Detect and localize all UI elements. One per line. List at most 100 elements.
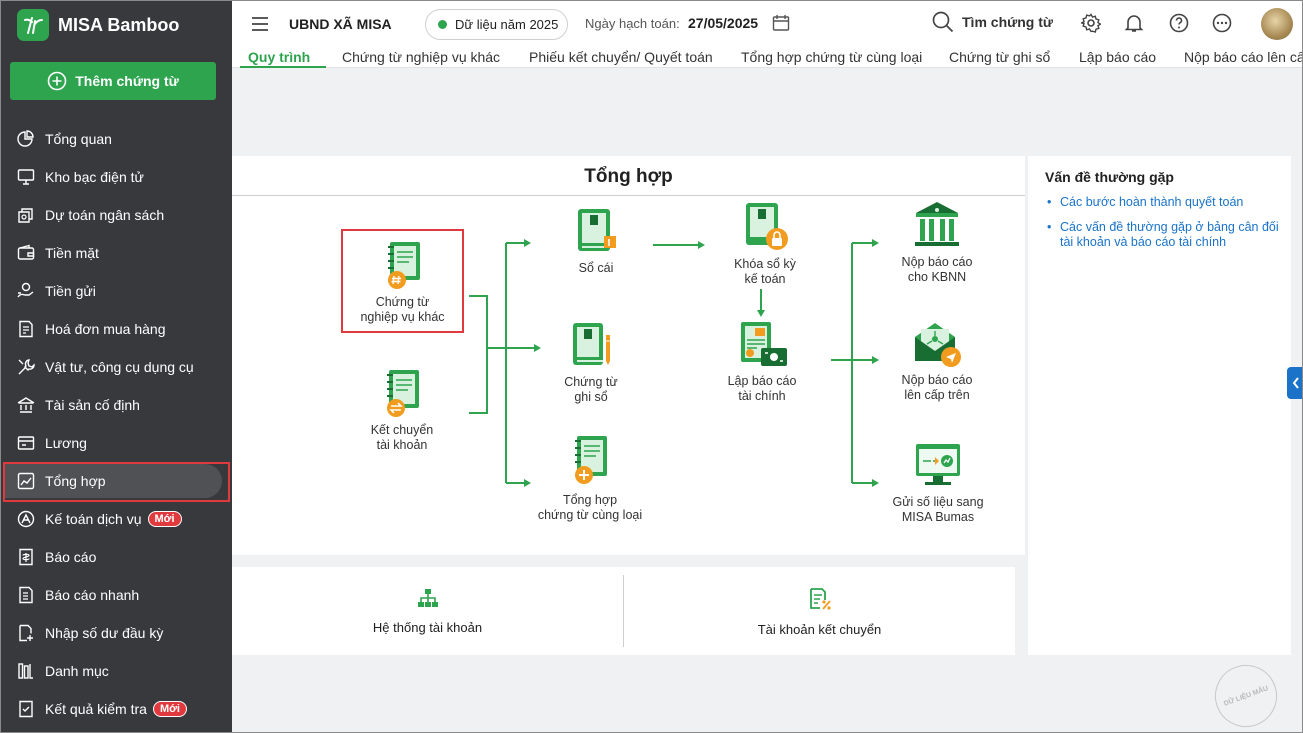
sidebar-item-purchase-invoice[interactable]: Hoá đơn mua hàng: [1, 310, 232, 348]
faq-panel: Vấn đề thường gặp Các bước hoàn thành qu…: [1028, 156, 1291, 655]
sidebar-item-fixed-assets[interactable]: Tài sản cố định: [1, 386, 232, 424]
active-highlight-box: [3, 462, 230, 502]
more-options-icon[interactable]: [1212, 13, 1232, 33]
app-logo[interactable]: MISA Bamboo: [17, 9, 179, 41]
sidebar: MISA Bamboo Thêm chứng từ Tổng quan Kho …: [1, 1, 232, 732]
help-question-icon[interactable]: [1169, 13, 1189, 33]
user-avatar[interactable]: [1261, 8, 1293, 40]
sidebar-item-check-result[interactable]: Kết quả kiểm tra Mới: [1, 690, 232, 728]
sidebar-item-budget[interactable]: Dự toán ngân sách: [1, 196, 232, 234]
transfer-accounts-shortcut[interactable]: Tài khoản kết chuyển: [624, 587, 1015, 637]
sidebar-item-summary[interactable]: Tổng hợp: [1, 462, 232, 502]
building-icon: [17, 396, 35, 414]
organization-name[interactable]: UBND XÃ MISA: [289, 16, 392, 32]
node-recording-vouchers[interactable]: Chứng từ ghi sổ: [545, 321, 637, 405]
hamburger-menu-icon[interactable]: [251, 16, 269, 32]
node-label-line2: chứng từ cùng loại: [537, 508, 643, 522]
catalog-icon: [17, 662, 35, 680]
plus-circle-icon: [47, 71, 67, 91]
status-dot-icon: [438, 20, 447, 29]
search-label: Tìm chứng từ: [962, 14, 1054, 30]
tab-other-vouchers[interactable]: Chứng từ nghiệp vụ khác: [342, 49, 500, 65]
sidebar-item-label: Báo cáo: [45, 549, 97, 565]
report-icon: [17, 548, 35, 566]
node-submit-upper-level[interactable]: Nộp báo cáo lên cấp trên: [892, 319, 982, 403]
sidebar-item-label: Nhập số dư đầu kỳ: [45, 625, 164, 641]
sidebar-item-e-treasury[interactable]: Kho bạc điện tử: [1, 158, 232, 196]
notebook-plus-icon: [575, 436, 607, 484]
collapse-panel-button[interactable]: [1287, 367, 1302, 399]
sidebar-item-overview[interactable]: Tổng quan: [1, 120, 232, 158]
add-voucher-button[interactable]: Thêm chứng từ: [10, 62, 216, 100]
sidebar-item-materials[interactable]: Vật tư, công cụ dụng cụ: [1, 348, 232, 386]
tools-icon: [17, 358, 35, 376]
sidebar-item-salary[interactable]: Lương: [1, 424, 232, 462]
settings-gear-icon[interactable]: [1081, 13, 1101, 33]
ledger-book-icon: [578, 209, 616, 251]
quick-report-icon: [17, 586, 35, 604]
sidebar-item-label: Lương: [45, 435, 87, 451]
monitor-icon: [17, 168, 35, 186]
tab-transfer-settlement[interactable]: Phiếu kết chuyển/ Quyết toán: [529, 49, 713, 65]
chart-of-accounts-shortcut[interactable]: Hệ thống tài khoản: [232, 587, 623, 635]
sidebar-item-label: Kết quả kiểm tra: [45, 701, 147, 717]
node-label-line2: ghi sổ: [574, 390, 608, 404]
chevron-left-icon: [1292, 377, 1299, 389]
posting-date-value[interactable]: 27/05/2025: [688, 15, 758, 31]
sidebar-item-label: Dự toán ngân sách: [45, 207, 165, 223]
tab-submit-report[interactable]: Nộp báo cáo lên cấp: [1184, 49, 1302, 65]
budget-icon: [17, 206, 35, 224]
node-same-type-summary[interactable]: Tổng hợp chứng từ cùng loại: [528, 435, 652, 523]
sidebar-item-cash[interactable]: Tiền mặt: [1, 234, 232, 272]
sidebar-item-label: Danh mục: [45, 663, 109, 679]
posting-date-label: Ngày hạch toán:: [585, 16, 680, 31]
sidebar-item-label: Tổng hợp: [45, 473, 106, 489]
node-label-line2: cho KBNN: [907, 270, 967, 284]
node-transfer-accounts[interactable]: Kết chuyển tài khoản: [352, 369, 452, 453]
book-lock-icon: [746, 203, 788, 250]
transfer-accounts-label: Tài khoản kết chuyển: [757, 622, 882, 637]
tab-bar: Quy trình Chứng từ nghiệp vụ khác Phiếu …: [232, 45, 1302, 68]
tab-record-vouchers[interactable]: Chứng từ ghi sổ: [949, 49, 1050, 65]
node-label-line1: Gửi số liệu sang: [892, 495, 984, 509]
sidebar-item-label: Hoá đơn mua hàng: [45, 321, 166, 337]
node-submit-kbnn[interactable]: Nộp báo cáo cho KBNN: [892, 199, 982, 285]
sidebar-nav: Tổng quan Kho bạc điện tử Dự toán ngân s…: [1, 120, 232, 728]
node-other-vouchers[interactable]: Chứng từ nghiệp vụ khác: [346, 241, 459, 325]
notification-bell-icon[interactable]: [1124, 13, 1144, 33]
sidebar-item-report[interactable]: Báo cáo: [1, 538, 232, 576]
app-name: MISA Bamboo: [58, 14, 180, 35]
faq-title: Vấn đề thường gặp: [1045, 169, 1174, 185]
sidebar-item-opening-balance[interactable]: Nhập số dư đầu kỳ: [1, 614, 232, 652]
sidebar-item-quick-report[interactable]: Báo cáo nhanh: [1, 576, 232, 614]
sidebar-item-catalog[interactable]: Danh mục: [1, 652, 232, 690]
data-year-selector[interactable]: Dữ liệu năm 2025: [425, 9, 568, 40]
search-icon: [932, 11, 954, 33]
shortcut-panel: Hệ thống tài khoản Tài khoản kết chuyển: [232, 567, 1015, 655]
node-general-ledger[interactable]: Sổ cái: [556, 207, 636, 276]
notebook-hash-icon: [387, 242, 420, 289]
faq-list: Các bước hoàn thành quyết toán Các vấn đ…: [1045, 195, 1285, 260]
sidebar-item-service-accounting[interactable]: Kế toán dịch vụ Mới: [1, 500, 232, 538]
search-voucher[interactable]: Tìm chứng từ: [932, 11, 1053, 33]
chart-of-accounts-label: Hệ thống tài khoản: [372, 620, 483, 635]
node-financial-report[interactable]: Lập báo cáo tài chính: [717, 320, 807, 404]
faq-link[interactable]: Các bước hoàn thành quyết toán: [1045, 195, 1285, 210]
tab-process[interactable]: Quy trình: [248, 49, 310, 65]
book-pencil-icon: [573, 323, 610, 365]
sidebar-item-deposit[interactable]: Tiền gửi: [1, 272, 232, 310]
sidebar-item-label: Tiền mặt: [45, 245, 99, 261]
top-bar: UBND XÃ MISA Dữ liệu năm 2025 Ngày hạch …: [232, 1, 1302, 68]
calendar-icon[interactable]: [772, 14, 790, 32]
faq-link[interactable]: Các vấn đề thường gặp ở bảng cân đối tài…: [1045, 220, 1285, 250]
node-lock-period[interactable]: Khóa sổ kỳ kế toán: [720, 201, 810, 287]
add-voucher-label: Thêm chứng từ: [75, 73, 179, 89]
tab-same-type-summary[interactable]: Tổng hợp chứng từ cùng loại: [741, 49, 922, 65]
tab-create-report[interactable]: Lập báo cáo: [1079, 49, 1156, 65]
sidebar-item-label: Tổng quan: [45, 131, 112, 147]
deposit-icon: [17, 282, 35, 300]
notebook-transfer-icon: [387, 370, 419, 417]
sidebar-item-label: Kế toán dịch vụ: [45, 511, 142, 527]
check-result-icon: [17, 700, 35, 718]
node-send-to-bumas[interactable]: Gửi số liệu sang MISA Bumas: [883, 441, 993, 525]
